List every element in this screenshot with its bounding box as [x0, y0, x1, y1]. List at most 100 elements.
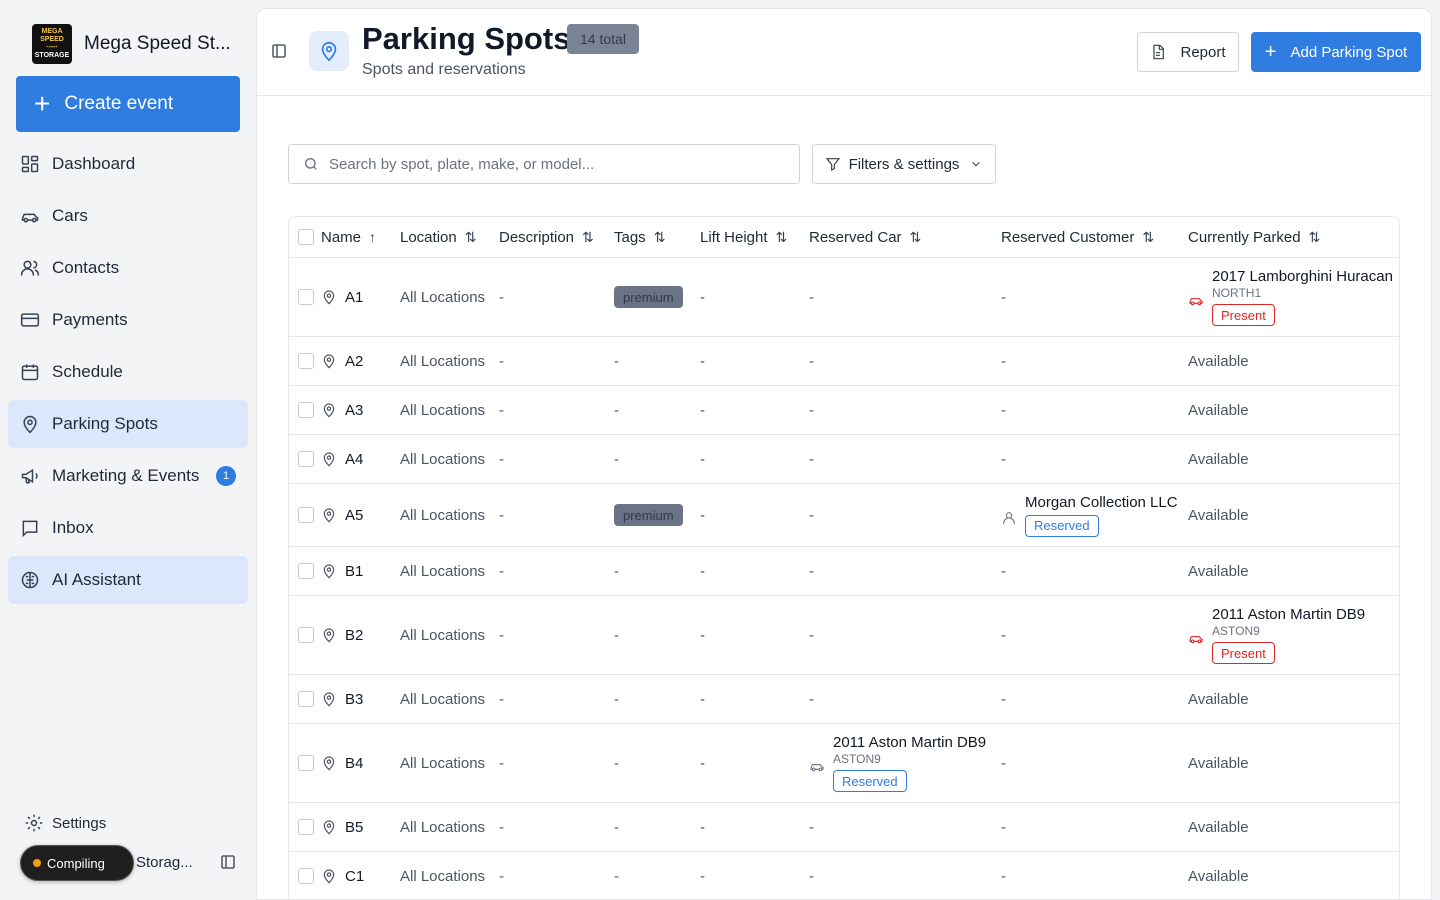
- row-checkbox[interactable]: [298, 868, 314, 884]
- reserved-customer-cell: -: [1001, 562, 1006, 580]
- description-cell: -: [499, 506, 504, 524]
- column-header-description[interactable]: Description ⇅: [499, 217, 594, 257]
- table-row[interactable]: A3 All Locations - - - - - Available: [289, 386, 1399, 435]
- sidebar-item-parking-spots[interactable]: Parking Spots: [8, 400, 248, 448]
- spot-name-cell[interactable]: B2: [321, 596, 363, 674]
- sidebar-toggle-icon[interactable]: [271, 43, 287, 59]
- spot-name-cell[interactable]: A5: [321, 484, 363, 546]
- table-row[interactable]: A5 All Locations - premium - - Morgan Collecti…: [289, 484, 1399, 547]
- column-header-currently-parked[interactable]: Currently Parked ⇅: [1188, 217, 1320, 257]
- table-row[interactable]: C1 All Locations - - - - - Available: [289, 852, 1399, 899]
- column-header-location[interactable]: Location ⇅: [400, 217, 476, 257]
- reserved-car-cell: -: [809, 401, 814, 419]
- row-checkbox[interactable]: [298, 627, 314, 643]
- add-parking-spot-button[interactable]: + Add Parking Spot: [1251, 32, 1421, 72]
- reserved-car-cell: -: [809, 818, 814, 836]
- table-row[interactable]: B5 All Locations - - - - - Available: [289, 803, 1399, 852]
- row-checkbox[interactable]: [298, 289, 314, 305]
- row-checkbox[interactable]: [298, 563, 314, 579]
- settings-link[interactable]: Settings: [24, 813, 106, 833]
- reserved-customer-cell: -: [1001, 401, 1006, 419]
- reserved-car[interactable]: 2011 Aston Martin DB9 ASTON9 Reserved: [809, 734, 986, 792]
- spot-name-cell[interactable]: A2: [321, 337, 363, 385]
- create-event-button[interactable]: + Create event: [16, 76, 240, 132]
- report-button[interactable]: Report: [1137, 32, 1239, 72]
- sidebar-item-payments[interactable]: Payments: [8, 296, 248, 344]
- row-checkbox[interactable]: [298, 402, 314, 418]
- search-input[interactable]: [329, 155, 769, 173]
- spot-name-cell[interactable]: A4: [321, 435, 363, 483]
- sidebar-item-label: Contacts: [52, 258, 120, 277]
- select-all-checkbox[interactable]: [298, 229, 314, 245]
- location-cell: All Locations: [400, 626, 486, 644]
- total-count-badge: 14 total: [567, 24, 639, 54]
- user-name[interactable]: Storag...: [136, 854, 193, 871]
- plus-icon: +: [1264, 41, 1277, 63]
- row-checkbox[interactable]: [298, 507, 314, 523]
- row-checkbox[interactable]: [298, 353, 314, 369]
- parked-car[interactable]: 2017 Lamborghini Huracan NORTH1 Present: [1188, 268, 1393, 326]
- parked-car-plate: NORTH1: [1212, 286, 1262, 300]
- spot-name: B1: [345, 562, 364, 580]
- spot-name-cell[interactable]: B4: [321, 724, 363, 802]
- parked-car[interactable]: 2011 Aston Martin DB9 ASTON9 Present: [1188, 606, 1365, 664]
- sidebar-item-label: AI Assistant: [52, 570, 141, 589]
- filters-settings-button[interactable]: Filters & settings: [812, 144, 996, 184]
- table-row[interactable]: B4 All Locations - - -2011 Aston Martin DB9 A…: [289, 724, 1399, 803]
- column-header-reserved-car[interactable]: Reserved Car ⇅: [809, 217, 921, 257]
- description-cell: -: [499, 754, 504, 772]
- search-box[interactable]: [288, 144, 800, 184]
- car-plate: ASTON9: [833, 752, 881, 766]
- row-checkbox[interactable]: [298, 819, 314, 835]
- parked-car-title: 2011 Aston Martin DB9: [1212, 606, 1366, 623]
- row-checkbox[interactable]: [298, 691, 314, 707]
- sidebar-item-dashboard[interactable]: Dashboard: [8, 140, 248, 188]
- spot-name-cell[interactable]: A1: [321, 258, 363, 336]
- sidebar-item-cars[interactable]: Cars: [8, 192, 248, 240]
- column-header-name[interactable]: Name ↑: [321, 217, 376, 257]
- table-row[interactable]: B1 All Locations - - - - - Available: [289, 547, 1399, 596]
- column-header-tags[interactable]: Tags ⇅: [614, 217, 665, 257]
- parked-status: Available: [1188, 754, 1249, 772]
- map-pin-icon: [323, 869, 335, 884]
- spot-name: A2: [345, 352, 364, 370]
- table-row[interactable]: B2 All Locations - - - - -2011 Aston Martin DB…: [289, 596, 1399, 675]
- spot-name-cell[interactable]: C1: [321, 852, 364, 899]
- megaphone-icon: [20, 466, 40, 486]
- spot-name-cell[interactable]: A3: [321, 386, 363, 434]
- row-checkbox[interactable]: [298, 755, 314, 771]
- sidebar-item-schedule[interactable]: Schedule: [8, 348, 248, 396]
- row-checkbox[interactable]: [298, 451, 314, 467]
- parked-car-title: 2017 Lamborghini Huracan: [1212, 268, 1393, 285]
- lift-height-cell: -: [700, 506, 705, 524]
- spot-name-cell[interactable]: B1: [321, 547, 363, 595]
- sidebar-item-ai-assistant[interactable]: AI Assistant: [8, 556, 248, 604]
- reserved-customer[interactable]: Morgan Collection LLC Reserved: [1001, 494, 1178, 537]
- spot-name-cell[interactable]: B3: [321, 675, 363, 723]
- table-row[interactable]: B3 All Locations - - - - - Available: [289, 675, 1399, 724]
- table-row[interactable]: A2 All Locations - - - - - Available: [289, 337, 1399, 386]
- table-row[interactable]: A1 All Locations - premium - - -2017 Lamborghi…: [289, 258, 1399, 337]
- spot-name: A5: [345, 506, 364, 524]
- description-cell: -: [499, 450, 504, 468]
- table-row[interactable]: A4 All Locations - - - - - Available: [289, 435, 1399, 484]
- brand[interactable]: MEGA SPEED ·—· STORAGE Mega Speed St...: [32, 24, 231, 64]
- spot-name: A3: [345, 401, 364, 419]
- spot-name: B5: [345, 818, 364, 836]
- spot-name-cell[interactable]: B5: [321, 803, 363, 851]
- sidebar-item-contacts[interactable]: Contacts: [8, 244, 248, 292]
- car-title: 2011 Aston Martin DB9: [833, 734, 987, 751]
- map-pin-icon: [323, 756, 335, 771]
- location-cell: All Locations: [400, 450, 486, 468]
- brain-icon: [20, 570, 40, 590]
- column-header-reserved-customer[interactable]: Reserved Customer ⇅: [1001, 217, 1154, 257]
- car-icon: [1189, 298, 1203, 306]
- sidebar-item-marketing-events[interactable]: Marketing & Events 1: [8, 452, 248, 500]
- sidebar-collapse-icon[interactable]: [220, 854, 236, 870]
- description-cell: -: [499, 562, 504, 580]
- location-cell: All Locations: [400, 562, 486, 580]
- column-header-lift-height[interactable]: Lift Height ⇅: [700, 217, 787, 257]
- sidebar-item-inbox[interactable]: Inbox: [8, 504, 248, 552]
- sort-icon: ⇅: [909, 228, 922, 245]
- map-pin-icon: [323, 508, 335, 523]
